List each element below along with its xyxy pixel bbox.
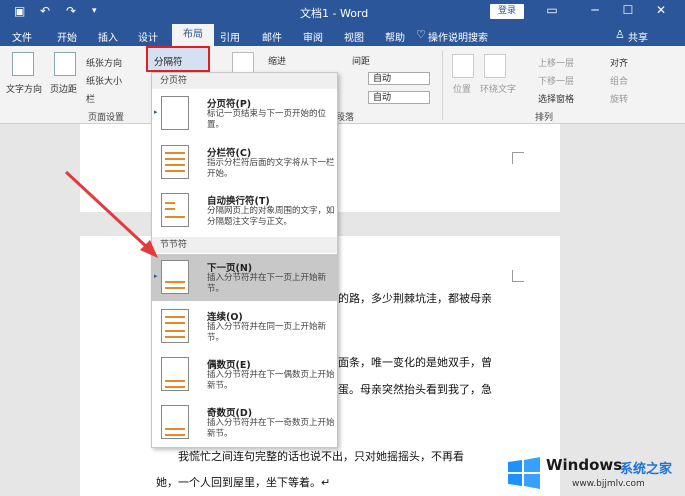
ribbon-display-icon[interactable]: ▭ [543,3,561,17]
menu-item-even-page[interactable]: 偶数页(E) 插入分节符并在下一偶数页上开始新节。 [152,351,337,398]
menu-item-next-page[interactable]: ▸ 下一页(N) 插入分节符并在下一页上开始新节。 [152,254,337,301]
undo-icon[interactable]: ↶ [40,4,50,18]
windows-logo-icon [508,457,540,489]
section-breaks-header: 节节符 [152,237,337,253]
paragraph-group-label: 段落 [336,113,355,123]
tab-references[interactable]: 引用 [220,29,240,44]
text-direction-button[interactable]: 文字方向 [6,82,42,95]
tell-me-search[interactable]: 操作说明搜索 [428,29,488,44]
pointer-icon: ▸ [154,108,158,116]
send-backward-button[interactable]: 下移一层 [538,74,574,87]
pointer-icon: ▸ [154,272,158,280]
minimize-icon[interactable]: ─ [586,3,604,17]
tab-layout[interactable]: 布局 [172,24,214,46]
menu-item-continuous[interactable]: 连续(O) 插入分节符并在同一页上开始新节。 [152,303,337,350]
breaks-button[interactable]: 分隔符 [146,46,210,72]
tab-file[interactable]: 文件 [12,29,32,44]
margin-corner [512,270,524,282]
tab-design[interactable]: 设计 [138,29,158,44]
doc-line: 我慌忙之间连句完整的话也说不出，只对她摇摇头，不再看 [178,450,464,463]
watermark-brand: Windows [546,456,623,474]
doc-line: 的路，多少荆棘坑洼，都被母亲 [338,292,492,305]
margins-button[interactable]: 页边距 [50,82,77,95]
indent-label: 缩进 [268,57,287,67]
rotate-button[interactable]: 旋转 [610,92,628,105]
margin-corner [512,152,524,164]
orientation-button[interactable]: 纸张方向 [86,56,122,69]
spacing-after-input[interactable]: 自动 [368,91,430,104]
align-button[interactable]: 对齐 [610,56,628,69]
doc-line: 面条，唯一变化的是她双手，曾 [338,356,492,369]
position-button[interactable]: 位置 [453,82,471,95]
odd-page-icon [161,405,189,439]
watermark: Windows 系统之家 www.bjjmlv.com [498,448,685,496]
ribbon-separator [442,50,443,120]
redo-icon[interactable]: ↷ [66,4,76,18]
size-button[interactable]: 纸张大小 [86,74,122,87]
close-icon[interactable]: ✕ [652,3,670,17]
watermark-url: www.bjjmlv.com [572,479,645,489]
lightbulb-icon: ♡ [416,28,426,41]
tab-home[interactable]: 开始 [57,29,77,44]
maximize-icon[interactable]: ☐ [619,3,637,17]
breaks-label: 分隔符 [154,57,183,68]
column-break-icon [161,145,189,179]
breaks-dropdown-menu: 分页符 ▸ 分页符(P) 标记一页结束与下一页开始的位置。 分栏符(C) 指示分… [151,72,338,448]
save-icon[interactable]: ▣ [14,4,25,18]
spacing-label: 间距 [352,57,371,67]
document-area[interactable]: 的路，多少荆棘坑洼，都被母亲 面条，唯一变化的是她双手，曾 蛋。母亲突然抬头看到… [0,124,685,496]
text-wrapping-icon [161,193,189,227]
position-icon[interactable] [452,54,474,78]
group-button[interactable]: 组合 [610,74,628,87]
columns-button[interactable]: 栏 [86,92,95,105]
page-breaks-header: 分页符 [152,73,337,89]
document-title: 文档1 - Word [300,7,369,20]
watermark-suffix: 系统之家 [620,462,673,477]
menu-item-text-wrapping[interactable]: 自动换行符(T) 分隔网页上的对象周围的文字，如分隔题注文字与正文。 [152,187,337,234]
text-direction-icon[interactable] [12,52,34,76]
bring-forward-button[interactable]: 上移一层 [538,56,574,69]
tab-review[interactable]: 审阅 [303,29,323,44]
tab-view[interactable]: 视图 [344,29,364,44]
menu-item-column-break[interactable]: 分栏符(C) 指示分栏符后面的文字将从下一栏开始。 [152,139,337,186]
tab-insert[interactable]: 插入 [98,29,118,44]
ribbon-tabs: 文件 开始 插入 设计 引用 邮件 审阅 视图 帮助 ♡ 操作说明搜索 ♙ 共享 [0,24,685,46]
margins-icon[interactable] [54,52,76,76]
arrange-group-label: 排列 [535,113,554,123]
doc-line: 蛋。母亲突然抬头看到我了，急 [338,383,492,396]
selection-pane-button[interactable]: 选择窗格 [538,92,574,105]
spacing-before-input[interactable]: 自动 [368,72,430,85]
wrap-text-button[interactable]: 环绕文字 [480,82,516,95]
menu-item-odd-page[interactable]: 奇数页(D) 插入分节符并在下一奇数页上开始新节。 [152,399,337,446]
page-setup-group-label: 页面设置 [88,113,125,123]
login-button[interactable]: 登录 [490,4,524,19]
ribbon: 文字方向 页边距 纸张方向 纸张大小 栏 页面设置 缩进 间距 自动 自动 段落… [0,46,685,124]
doc-line: 她，一个人回到屋里，坐下等着。↵ [156,476,331,489]
even-page-icon [161,357,189,391]
page-break-icon [161,96,189,130]
person-icon: ♙ [615,28,625,41]
share-button[interactable]: 共享 [628,29,648,44]
customize-qa-icon[interactable]: ▾ [92,6,97,16]
wrap-text-icon[interactable] [484,54,506,78]
continuous-icon [161,309,189,343]
next-page-icon [161,260,189,294]
tab-help[interactable]: 帮助 [385,29,405,44]
tab-mailings[interactable]: 邮件 [262,29,282,44]
menu-item-page-break[interactable]: ▸ 分页符(P) 标记一页结束与下一页开始的位置。 [152,90,337,137]
title-bar: ▣ ↶ ↷ ▾ 文档1 - Word 登录 ▭ ─ ☐ ✕ [0,0,685,24]
